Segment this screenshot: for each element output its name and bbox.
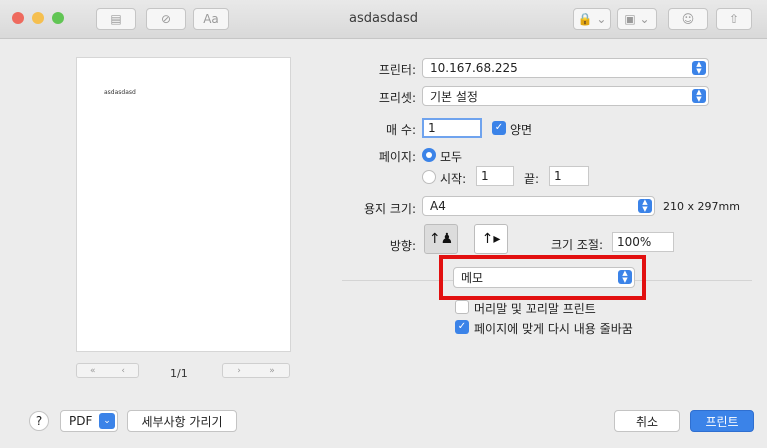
page-indicator: 1/1 [170, 367, 188, 380]
to-label: 끝: [524, 172, 540, 186]
printer-value: 10.167.68.225 [430, 61, 518, 75]
preset-value: 기본 설정 [430, 89, 478, 104]
updown-arrow-icon: ▲ ▼ [692, 89, 706, 103]
paper-dimensions: 210 x 297mm [663, 200, 740, 213]
landscape-orientation-icon[interactable]: ↑▸ [474, 224, 508, 254]
portrait-orientation-icon[interactable]: ↑♟ [424, 224, 458, 254]
help-button[interactable]: ? [29, 411, 49, 431]
share-glyph: ⇧ [728, 12, 740, 26]
scale-input[interactable]: 100% [612, 232, 674, 252]
lock-icon[interactable]: 🔒 ⌄ [573, 8, 611, 30]
duplex-checkbox[interactable]: ✓ [492, 121, 506, 135]
first-page-button[interactable]: « [90, 366, 96, 376]
page-back-controls[interactable]: « ‹ [76, 363, 139, 378]
lock-glyph: 🔒 [577, 12, 593, 26]
page-preview: asdasdasd [76, 57, 291, 352]
header-footer-label: 머리말 및 꼬리말 프린트 [474, 302, 596, 316]
scale-label: 크기 조절: [551, 238, 604, 252]
to-input[interactable]: 1 [549, 166, 589, 186]
toolbar: ▤ ⊘ Aa asdasdasd 🔒 ⌄ ▣ ⌄ ☺ ⇧ [0, 0, 767, 39]
orientation-label: 방향: [389, 239, 416, 253]
page-forward-controls[interactable]: › » [222, 363, 290, 378]
next-page-button[interactable]: › [237, 366, 241, 376]
pages-all-label: 모두 [440, 150, 463, 164]
rewrap-checkbox[interactable]: ✓ [455, 320, 469, 334]
print-button[interactable]: 프린트 [690, 410, 754, 432]
last-page-button[interactable]: » [269, 366, 275, 376]
image-icon[interactable]: ▣ ⌄ [617, 8, 657, 30]
copies-input[interactable]: 1 [422, 118, 482, 138]
print-dialog-window: ▤ ⊘ Aa asdasdasd 🔒 ⌄ ▣ ⌄ ☺ ⇧ asdasdasd «… [0, 0, 767, 448]
preset-select[interactable]: 기본 설정 ▲ ▼ [422, 86, 709, 106]
rewrap-label: 페이지에 맞게 다시 내용 줄바꿈 [474, 322, 633, 336]
pages-range-radio[interactable] [422, 170, 436, 184]
people-glyph: ☺ [681, 12, 695, 26]
updown-arrow-icon: ▲ ▼ [638, 199, 652, 213]
cancel-button[interactable]: 취소 [614, 410, 680, 432]
preset-label: 프리셋: [378, 91, 416, 105]
printer-label: 프린터: [378, 63, 416, 77]
hide-details-button[interactable]: 세부사항 가리기 [127, 410, 237, 432]
pdf-label: PDF [69, 414, 93, 428]
share-icon[interactable]: ⇧ [716, 8, 752, 30]
pages-all-radio[interactable] [422, 148, 436, 162]
chevron-down-icon: ⌄ [99, 413, 115, 429]
people-icon[interactable]: ☺ [668, 8, 708, 30]
paper-size-label: 용지 크기: [363, 202, 416, 216]
pdf-menu-button[interactable]: PDF ⌄ [60, 410, 118, 432]
duplex-label: 양면 [510, 123, 533, 137]
copies-label: 매 수: [386, 123, 416, 137]
paper-size-select[interactable]: A4 ▲ ▼ [422, 196, 655, 216]
image-glyph: ▣ [624, 12, 636, 26]
paper-size-value: A4 [430, 199, 446, 213]
pages-label: 페이지: [378, 150, 416, 164]
preview-document-text: asdasdasd [104, 89, 136, 96]
header-footer-checkbox[interactable] [455, 300, 469, 314]
printer-select[interactable]: 10.167.68.225 ▲ ▼ [422, 58, 709, 78]
prev-page-button[interactable]: ‹ [121, 366, 125, 376]
updown-arrow-icon: ▲ ▼ [692, 61, 706, 75]
from-input[interactable]: 1 [476, 166, 514, 186]
highlight-box [439, 255, 646, 300]
from-label: 시작: [440, 172, 467, 186]
